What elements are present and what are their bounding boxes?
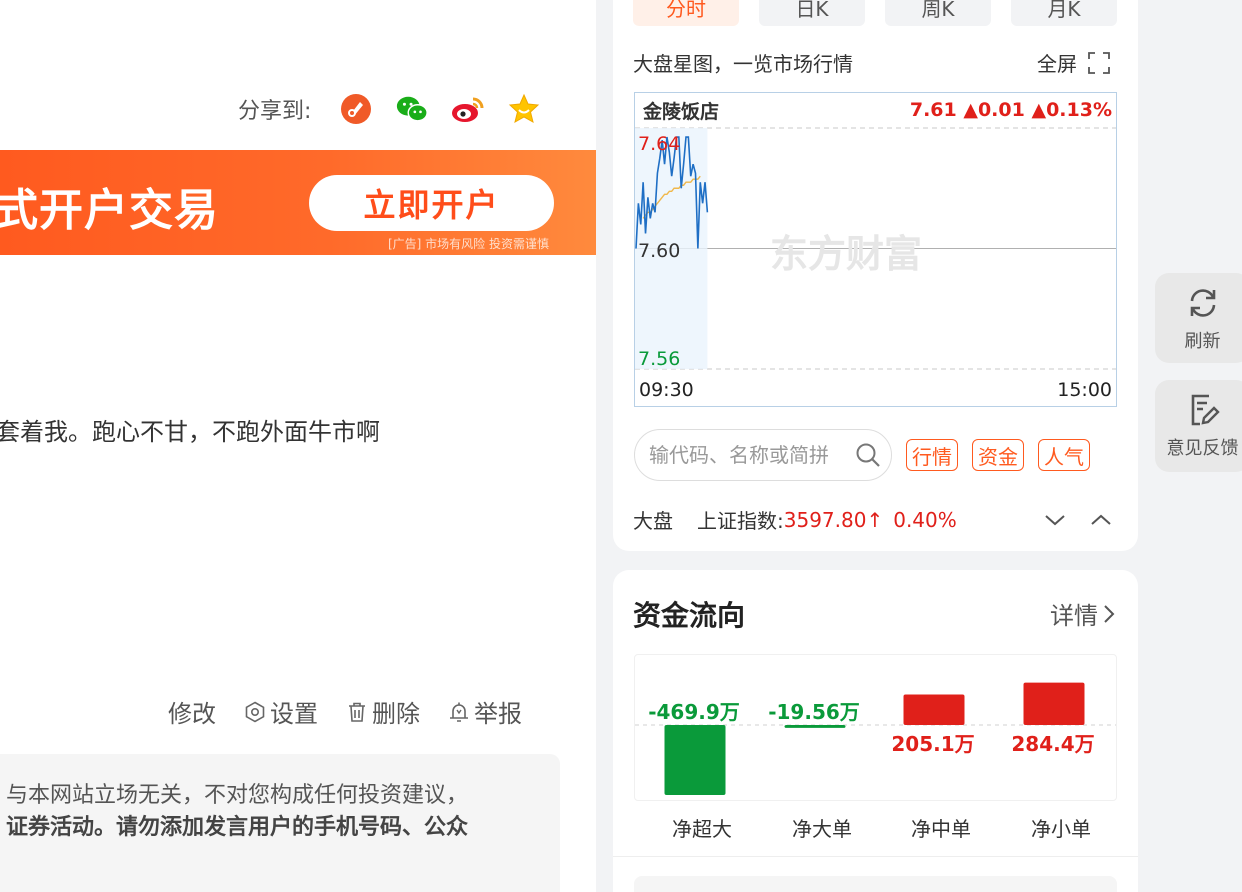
chevron-down-icon[interactable] — [1043, 508, 1067, 532]
open-account-button[interactable]: 立即开户 — [309, 175, 554, 231]
open-account-banner[interactable]: 式开户交易 立即开户 [广告] 市场有风险 投资需谨慎 — [0, 150, 596, 255]
flow-bar-0 — [664, 725, 726, 795]
settings-label: 设置 — [270, 700, 318, 728]
refresh-label: 刷新 — [1184, 331, 1221, 352]
bell-alert-icon — [450, 702, 468, 722]
tag-market-button[interactable]: 行情 — [906, 439, 958, 471]
fullscreen-label: 全屏 — [1037, 52, 1077, 76]
flow-category-1: 净大单 — [792, 817, 852, 841]
feedback-label: 意见反馈 — [1166, 438, 1239, 459]
y-label-low: 7.56 — [638, 348, 681, 370]
details-label: 详情 — [1050, 602, 1098, 630]
refresh-button[interactable]: 刷新 — [1155, 273, 1242, 363]
chart-header: 金陵饭店 7.61 ▲0.01 ▲0.13% — [635, 93, 1116, 127]
flow-bar-1 — [784, 725, 846, 728]
fullscreen-icon — [1088, 51, 1110, 74]
weibo-icon[interactable] — [451, 92, 485, 126]
wechat-icon[interactable] — [395, 92, 429, 126]
report-button[interactable]: 举报 — [448, 694, 522, 729]
post-actions: 修改 设置 删除 举报 — [168, 694, 522, 729]
tab-daily-k[interactable]: 日K — [759, 0, 865, 26]
market-intro[interactable]: 大盘星图，一览市场行情 — [633, 48, 853, 77]
index-value: 3597.80↑ — [783, 507, 884, 532]
flow-category-3: 净小单 — [1031, 817, 1091, 841]
share-app-icon[interactable] — [339, 92, 373, 126]
fullscreen-button[interactable]: 全屏 — [1037, 48, 1111, 77]
disclaimer-line-1: 与本网站立场无关，不对您构成任何投资建议， — [6, 783, 469, 808]
tag-popularity-button[interactable]: 人气 — [1038, 439, 1090, 471]
flow-value-label-2: 205.1万 — [891, 732, 975, 756]
tab-monthly-k[interactable]: 月K — [1011, 0, 1117, 26]
report-label: 举报 — [474, 700, 522, 728]
index-prefix: 大盘 — [633, 509, 673, 533]
flow-bar-2 — [903, 694, 965, 725]
chevron-up-icon[interactable] — [1089, 508, 1113, 532]
favorite-star-icon[interactable] — [507, 92, 541, 126]
fund-flow-title: 资金流向 — [633, 599, 746, 632]
stock-search-box[interactable] — [634, 429, 892, 481]
settings-icon — [245, 701, 265, 722]
tab-weekly-k[interactable]: 周K — [885, 0, 991, 26]
feedback-edit-icon — [1191, 394, 1220, 426]
share-label: 分享到: — [238, 99, 312, 124]
tag-capital-button[interactable]: 资金 — [972, 439, 1024, 471]
post-panel: 分享到: 式开户交易 立即开户 [广告] 市场有风险 投资需谨慎 套着我。跑心不… — [0, 0, 596, 892]
search-icon[interactable] — [855, 442, 881, 468]
flow-value-label-3: 284.4万 — [1011, 732, 1095, 756]
next-section-box — [634, 876, 1117, 892]
card-divider — [613, 856, 1138, 857]
market-card: 分时 日K 周K 月K 大盘星图，一览市场行情 全屏 东方财富 金陵饭店 7.6… — [613, 0, 1138, 551]
trash-icon — [349, 702, 365, 722]
fund-flow-details-link[interactable]: 详情 — [1050, 596, 1116, 631]
ticker-controls — [1043, 508, 1113, 532]
stock-name: 金陵饭店 — [643, 100, 720, 123]
delete-label: 删除 — [372, 700, 420, 728]
x-label-end: 15:00 — [1057, 379, 1112, 401]
flow-value-label-1: -19.56万 — [768, 700, 860, 724]
post-body: 套着我。跑心不甘，不跑外面牛市啊 — [0, 418, 380, 446]
disclaimer-box: 与本网站立场无关，不对您构成任何投资建议， 证券活动。请勿添加发言用户的手机号码… — [0, 754, 560, 892]
delete-button[interactable]: 删除 — [346, 694, 420, 729]
chart-tabs: 分时 日K 周K 月K — [633, 0, 1117, 26]
index-change: 0.40% — [893, 507, 957, 532]
refresh-icon — [1190, 289, 1215, 317]
x-label-start: 09:30 — [639, 379, 694, 401]
banner-text: 式开户交易 — [0, 185, 219, 236]
y-label-mid: 7.60 — [638, 240, 681, 262]
flow-category-2: 净中单 — [911, 817, 971, 841]
chevron-right-icon — [1104, 604, 1115, 623]
stock-search-row: 行情 资金 人气 — [634, 429, 1090, 481]
edit-button[interactable]: 修改 — [168, 694, 216, 729]
tab-intraday[interactable]: 分时 — [633, 0, 739, 26]
flow-bar-3 — [1023, 682, 1085, 725]
watermark-logo: 东方财富 — [770, 232, 923, 276]
disclaimer-line-2: 证券活动。请勿添加发言用户的手机号码、公众 — [6, 815, 469, 840]
stock-quote: 7.61 ▲0.01 ▲0.13% — [909, 99, 1112, 121]
banner-ad-note: [广告] 市场有风险 投资需谨慎 — [388, 237, 549, 251]
y-label-high: 7.64 — [638, 133, 681, 155]
index-ticker: 大盘 上证指数: 3597.80↑ 0.40% — [633, 505, 1113, 534]
flow-value-label-0: -469.9万 — [648, 700, 740, 724]
fund-flow-card: 资金流向 详情 -469.9万净超大 -19.56万净大单 205.1万净中单 284… — [613, 570, 1138, 892]
flow-category-0: 净超大 — [672, 817, 732, 841]
intraday-chart[interactable]: 东方财富 金陵饭店 7.61 ▲0.01 ▲0.13% 7.64 7.60 7.… — [634, 92, 1117, 407]
settings-button[interactable]: 设置 — [244, 694, 318, 729]
market-intro-row: 大盘星图，一览市场行情 全屏 — [633, 48, 1111, 77]
share-bar: 分享到: — [238, 92, 563, 126]
edit-label: 修改 — [168, 700, 216, 728]
stock-search-input[interactable] — [649, 443, 849, 467]
feedback-button[interactable]: 意见反馈 — [1155, 380, 1242, 472]
index-name[interactable]: 上证指数: — [697, 505, 784, 534]
